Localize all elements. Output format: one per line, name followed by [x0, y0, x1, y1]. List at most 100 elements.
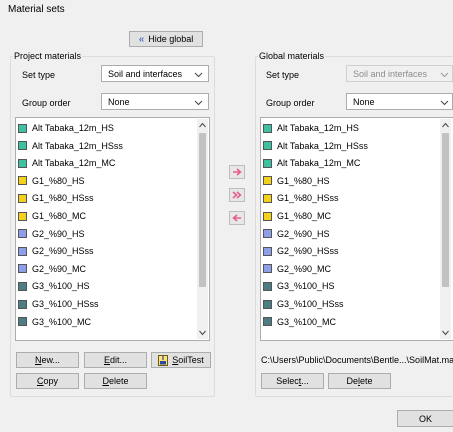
- global-materials-title: Global materials: [258, 51, 326, 61]
- scroll-down-icon[interactable]: [442, 330, 449, 336]
- ok-label: OK: [418, 413, 432, 424]
- list-item[interactable]: G1_%80_HSss: [18, 190, 192, 206]
- list-item[interactable]: G2_%90_HSss: [18, 243, 192, 259]
- project-set-type-value: Soil and interfaces: [108, 68, 183, 79]
- copy-to-global-button[interactable]: [229, 165, 245, 179]
- material-color-icon: [18, 299, 27, 309]
- list-item-label: G3_%100_HSss: [32, 299, 99, 309]
- material-color-icon: [18, 211, 27, 221]
- material-color-icon: [263, 299, 272, 309]
- window-title: Material sets: [8, 4, 65, 15]
- global-database-path: C:\Users\Public\Documents\Bentle...\Soil…: [261, 355, 453, 365]
- double-chevron-left-icon: «: [138, 33, 145, 45]
- list-item-label: G3_%100_HS: [32, 281, 90, 292]
- list-item[interactable]: G3_%100_HSss: [263, 296, 435, 312]
- edit-button-label: dit...: [110, 355, 128, 365]
- list-item[interactable]: G2_%90_HSss: [263, 243, 435, 259]
- chevron-down-icon: [194, 100, 203, 106]
- soiltest-button[interactable]: SoilTest: [151, 352, 211, 368]
- arrow-left-icon: [232, 214, 241, 222]
- list-item[interactable]: G1_%80_HS: [263, 173, 435, 189]
- project-set-type-select[interactable]: Soil and interfaces: [101, 65, 209, 82]
- chevron-down-icon: [194, 72, 203, 78]
- list-item[interactable]: Alt Tabaka_12m_MC: [263, 155, 435, 171]
- list-item[interactable]: G3_%100_HS: [263, 278, 435, 294]
- material-color-icon: [263, 123, 272, 133]
- edit-button[interactable]: Edit...: [84, 352, 147, 368]
- material-color-icon: [263, 264, 272, 274]
- global-list-scroll-thumb[interactable]: [442, 133, 449, 287]
- list-item[interactable]: Alt Tabaka_12m_HS: [18, 120, 192, 136]
- new-button-label: ew...: [41, 355, 60, 365]
- list-item[interactable]: G2_%90_HS: [263, 226, 435, 242]
- list-item[interactable]: G3_%100_MC: [18, 314, 192, 330]
- list-item-label: Alt Tabaka_12m_HSss: [32, 140, 123, 151]
- list-item[interactable]: G2_%90_MC: [18, 261, 192, 277]
- new-button[interactable]: New...: [16, 352, 79, 368]
- material-color-icon: [18, 229, 27, 239]
- material-color-icon: [18, 123, 27, 133]
- list-item[interactable]: G2_%90_MC: [263, 261, 435, 277]
- list-item[interactable]: Alt Tabaka_12m_HS: [263, 120, 435, 136]
- chevron-down-icon: [440, 100, 449, 106]
- list-item-label: G3_%100_MC: [277, 316, 337, 327]
- list-item-label: G1_%80_HS: [277, 175, 330, 186]
- list-item[interactable]: G3_%100_HS: [18, 278, 192, 294]
- list-item[interactable]: G1_%80_MC: [18, 208, 192, 224]
- project-set-type-label: Set type: [22, 70, 56, 80]
- copy-all-to-global-button[interactable]: [229, 188, 245, 202]
- list-item-label: Alt Tabaka_12m_MC: [32, 158, 116, 169]
- copy-button[interactable]: Copy: [16, 373, 79, 389]
- project-delete-button[interactable]: Delete: [84, 373, 147, 389]
- hide-global-label: Hide global: [148, 34, 194, 44]
- material-color-icon: [18, 176, 27, 186]
- scroll-up-icon[interactable]: [199, 122, 206, 128]
- soiltest-icon: [158, 354, 169, 366]
- hide-global-button[interactable]: « Hide global: [129, 31, 203, 47]
- material-color-icon: [18, 158, 27, 168]
- list-item-label: G1_%80_HSss: [32, 193, 94, 204]
- global-group-order-select[interactable]: None: [346, 93, 453, 110]
- material-color-icon: [18, 246, 27, 256]
- scroll-up-icon[interactable]: [442, 122, 449, 128]
- global-set-type-value: Soil and interfaces: [353, 68, 428, 79]
- global-list-scrollbar[interactable]: [440, 119, 451, 339]
- scroll-down-icon[interactable]: [199, 330, 206, 336]
- global-group-order-value: None: [353, 96, 375, 107]
- list-item[interactable]: Alt Tabaka_12m_HSss: [263, 138, 435, 154]
- material-color-icon: [18, 264, 27, 274]
- list-item[interactable]: G1_%80_MC: [263, 208, 435, 224]
- material-color-icon: [18, 141, 27, 151]
- list-item[interactable]: G1_%80_HS: [18, 173, 192, 189]
- global-delete-label: ete: [360, 376, 373, 386]
- material-color-icon: [263, 211, 272, 221]
- copy-button-label: opy: [43, 376, 58, 386]
- arrow-right-icon: [233, 168, 242, 176]
- ok-button[interactable]: OK: [397, 410, 453, 427]
- list-item[interactable]: Alt Tabaka_12m_MC: [18, 155, 192, 171]
- soiltest-button-label: oilTest: [178, 355, 204, 365]
- select-button-prefix: Selec: [276, 376, 299, 386]
- select-button[interactable]: Selec t...: [261, 373, 324, 389]
- list-item-label: G2_%90_HSss: [277, 246, 339, 257]
- project-materials-list[interactable]: Alt Tabaka_12m_HS Alt Tabaka_12m_HSss Alt …: [15, 117, 210, 341]
- copy-to-project-button[interactable]: [229, 211, 245, 225]
- list-item[interactable]: G3_%100_MC: [263, 314, 435, 330]
- project-list-scrollbar[interactable]: [197, 119, 208, 339]
- list-item-label: G1_%80_MC: [277, 211, 332, 221]
- project-group-order-select[interactable]: None: [101, 93, 209, 110]
- list-item[interactable]: Alt Tabaka_12m_HSss: [18, 138, 192, 154]
- list-item[interactable]: G1_%80_HSss: [263, 190, 435, 206]
- global-set-type-select[interactable]: Soil and interfaces: [346, 65, 453, 82]
- list-item-label: G1_%80_HS: [32, 175, 85, 186]
- list-item[interactable]: G2_%90_HS: [18, 226, 192, 242]
- list-item[interactable]: G3_%100_HSss: [18, 296, 192, 312]
- material-color-icon: [18, 317, 27, 327]
- material-color-icon: [263, 158, 272, 168]
- project-list-scroll-thumb[interactable]: [199, 133, 206, 287]
- global-delete-button[interactable]: De l ete: [328, 373, 391, 389]
- list-item-label: Alt Tabaka_12m_HSss: [277, 140, 368, 151]
- global-materials-list[interactable]: Alt Tabaka_12m_HS Alt Tabaka_12m_HSss Alt …: [260, 117, 453, 341]
- list-item-label: Alt Tabaka_12m_MC: [277, 158, 361, 169]
- list-item-label: G2_%90_MC: [277, 263, 332, 274]
